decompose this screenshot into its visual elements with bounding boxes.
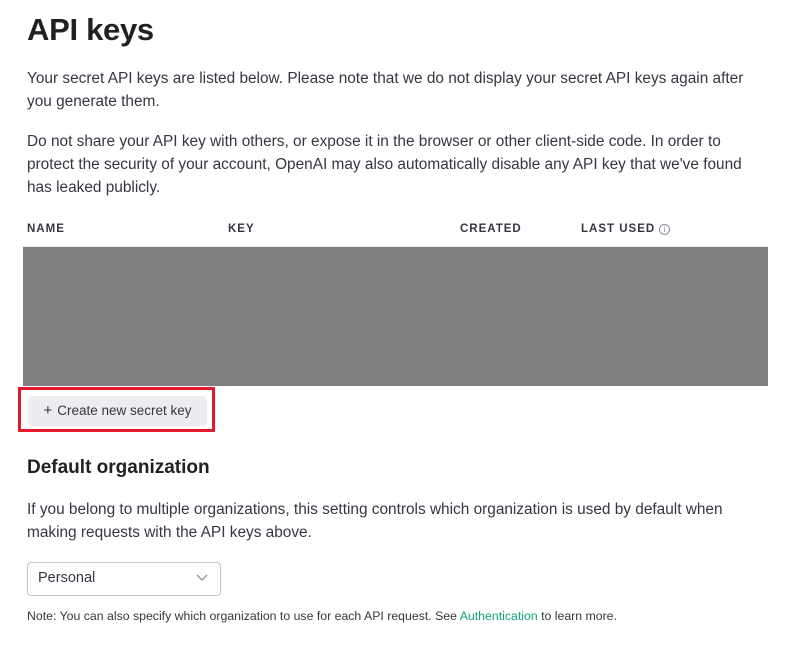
column-header-created[interactable]: CREATED (460, 223, 522, 235)
default-organization-selected-value: Personal (38, 570, 96, 586)
api-keys-table-header: NAME KEY CREATED LAST USED i (23, 218, 768, 247)
default-organization-description: If you belong to multiple organizations,… (27, 501, 723, 541)
create-new-secret-key-label: Create new secret key (57, 403, 192, 418)
chevron-down-icon (196, 574, 208, 581)
plus-icon: + (43, 402, 53, 419)
column-header-name[interactable]: NAME (27, 223, 65, 235)
intro-paragraph-2: Do not share your API key with others, o… (27, 133, 742, 196)
create-new-secret-key-button[interactable]: + Create new secret key (28, 396, 207, 426)
authentication-link[interactable]: Authentication (460, 609, 538, 623)
note-suffix: to learn more. (537, 609, 617, 623)
column-header-key[interactable]: KEY (228, 223, 255, 235)
note-prefix: Note: You can also specify which organiz… (27, 609, 460, 623)
column-header-last-used-label: LAST USED (581, 223, 656, 235)
organization-note: Note: You can also specify which organiz… (27, 609, 617, 623)
default-organization-select[interactable]: Personal (27, 562, 221, 596)
page-title: API keys (27, 12, 154, 47)
default-organization-heading: Default organization (27, 457, 210, 478)
intro-paragraph-1: Your secret API keys are listed below. P… (27, 70, 744, 110)
api-keys-page: API keys Your secret API keys are listed… (0, 0, 800, 660)
info-icon[interactable]: i (659, 224, 671, 235)
redacted-keys-area (23, 247, 768, 386)
column-header-last-used[interactable]: LAST USED i (581, 223, 671, 235)
